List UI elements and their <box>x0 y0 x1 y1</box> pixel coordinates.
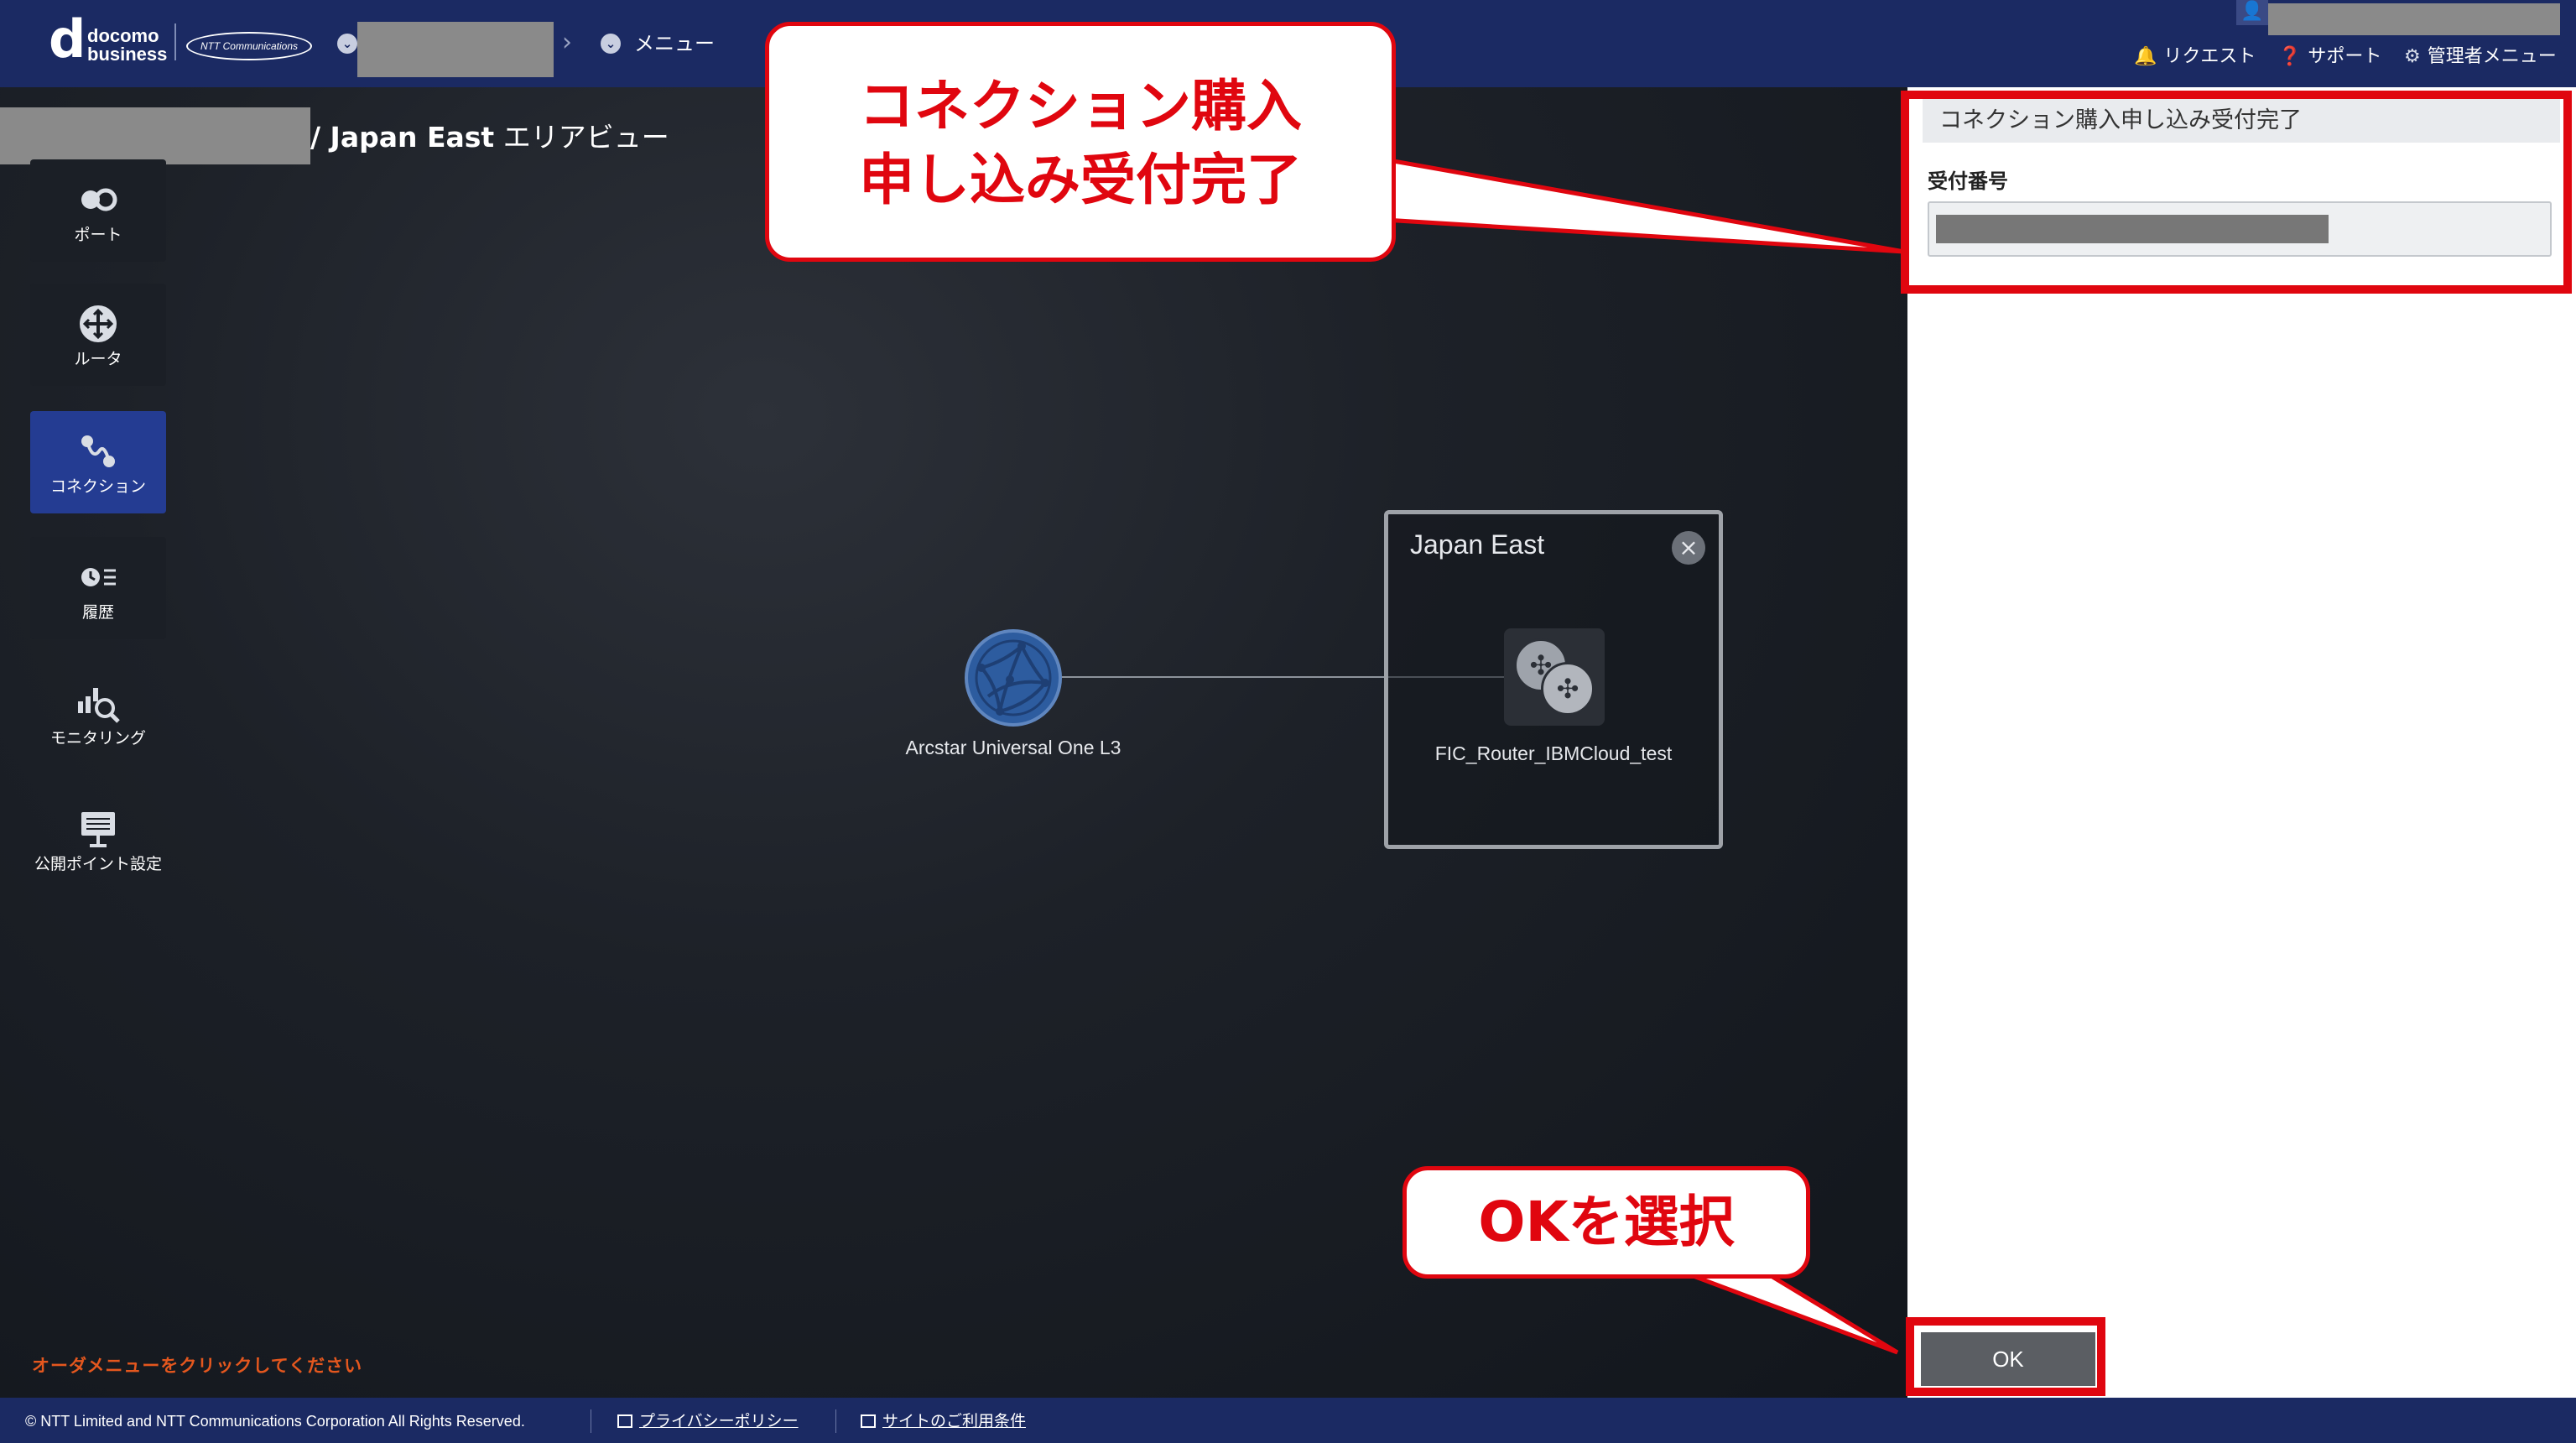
callout-line-2: 申し込み受付完了 <box>859 148 1302 212</box>
completion-callout: コネクション購入 申し込み受付完了 <box>765 22 1396 262</box>
external-link-icon <box>861 1414 876 1428</box>
privacy-policy-link[interactable]: プライバシーポリシー <box>617 1411 799 1431</box>
terms-of-use-label: サイトのご利用条件 <box>882 1412 1027 1430</box>
footer-divider <box>835 1409 836 1433</box>
callout-line-1: コネクション購入 <box>859 74 1302 138</box>
privacy-policy-label: プライバシーポリシー <box>639 1412 799 1430</box>
footer-bar: © NTT Limited and NTT Communications Cor… <box>0 1398 2576 1443</box>
select-ok-callout: OKを選択 <box>1402 1166 1810 1279</box>
external-link-icon <box>617 1414 632 1428</box>
copyright-text: © NTT Limited and NTT Communications Cor… <box>25 1413 525 1430</box>
terms-of-use-link[interactable]: サイトのご利用条件 <box>861 1411 1026 1431</box>
